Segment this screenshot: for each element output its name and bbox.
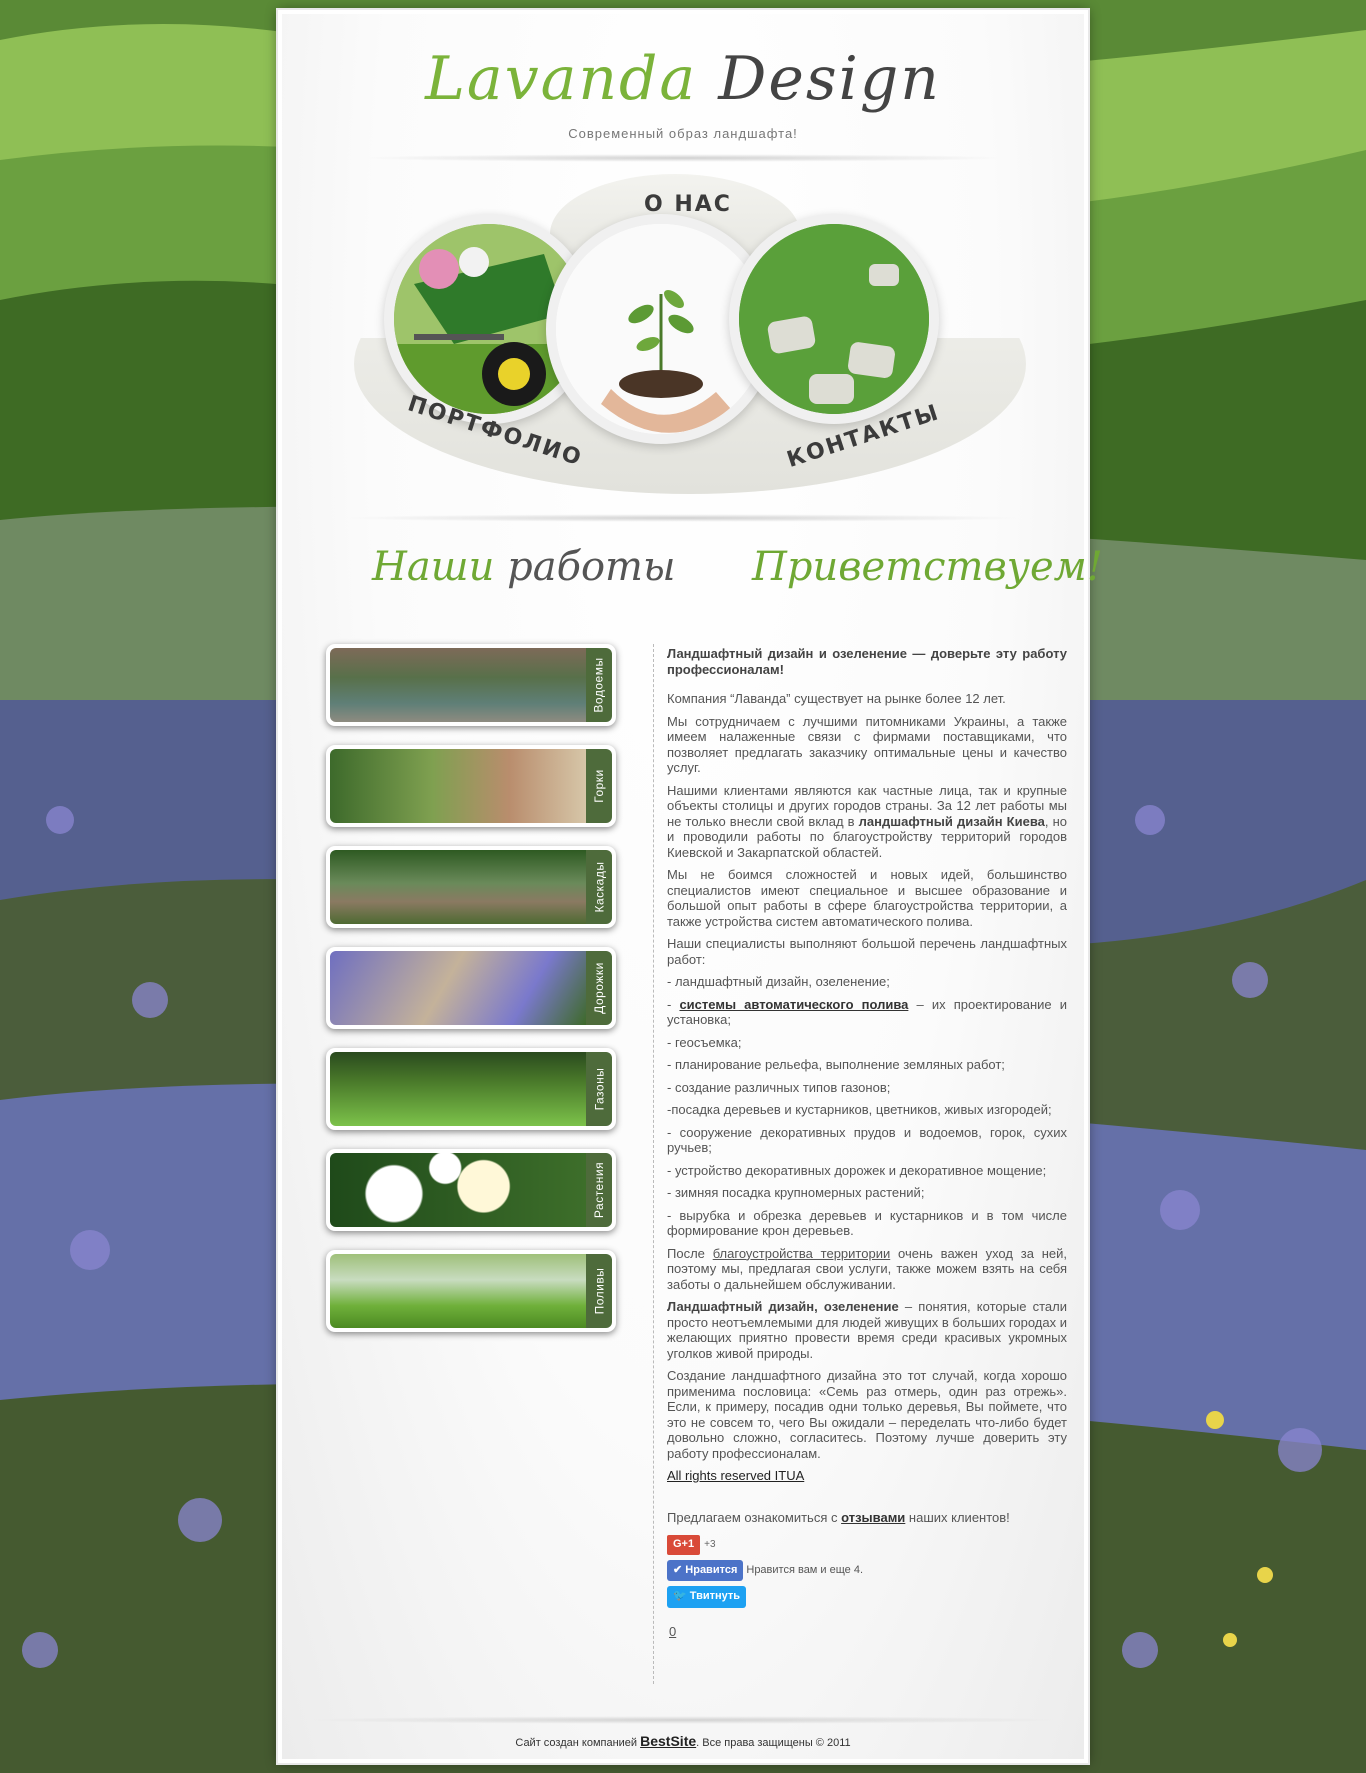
list-item: - планирование рельефа, выполнение земля… xyxy=(667,1057,1005,1072)
fb-like-label: Нравится xyxy=(685,1563,738,1576)
list-item: - создание различных типов газонов; xyxy=(667,1079,891,1095)
list-item: - ландшафтный дизайн, озеленение; xyxy=(667,974,890,989)
seedling-hands-illustration xyxy=(556,224,766,434)
ponds-image xyxy=(330,648,586,722)
site-logo[interactable]: Lavanda Design xyxy=(282,44,1084,114)
gallery-item-cascades[interactable]: Каскады xyxy=(326,846,616,928)
irrigation-image xyxy=(330,1254,586,1328)
gallery-item-rock-gardens[interactable]: Горки xyxy=(326,745,616,827)
content-paragraph: Компания “Лаванда” существует на рынке б… xyxy=(667,691,1006,706)
footer-text: . Все права защищены © 2011 xyxy=(696,1737,851,1749)
gallery-label: Растения xyxy=(592,1161,606,1219)
gallery-item-plants[interactable]: Растения xyxy=(326,1149,616,1231)
google-plus-button[interactable]: G+1 xyxy=(667,1535,701,1555)
bestsite-link[interactable]: BestSite xyxy=(640,1733,696,1749)
twitter-bird-icon: 🐦 xyxy=(673,1590,690,1602)
list-item: - системы автоматического полива – их пр… xyxy=(667,997,1067,1028)
welcome-content: Ландшафтный дизайн и озеленение — доверь… xyxy=(667,646,1067,1646)
content-paragraph: После благоустройства территории очень в… xyxy=(667,1246,1067,1293)
list-item: - зимняя посадка крупномерных растений; xyxy=(667,1185,925,1200)
list-item: - вырубка и обрезка деревьев и кустарник… xyxy=(667,1207,1067,1239)
cascades-image xyxy=(330,850,586,924)
counter-link[interactable]: 0 xyxy=(669,1624,676,1639)
content-paragraph: Наши специалисты выполняют большой переч… xyxy=(667,936,1067,967)
heading-our-works-2: работы xyxy=(507,544,676,590)
footer-text: Сайт создан компанией xyxy=(515,1737,641,1749)
content-title: Ландшафтный дизайн и озеленение — доверь… xyxy=(667,646,1067,677)
gallery-label: Горки xyxy=(592,769,606,803)
google-plus-count: +3 xyxy=(704,1539,716,1550)
nav-contacts-image[interactable] xyxy=(739,224,929,414)
header-divider xyxy=(357,154,1009,162)
reviews-paragraph: Предлагаем ознакомиться с отзывами наших… xyxy=(667,1510,1067,1526)
landscaping-link[interactable]: благоустройства территории xyxy=(713,1246,891,1261)
content-divider xyxy=(653,644,654,1684)
gallery-item-ponds[interactable]: Водоемы xyxy=(326,644,616,726)
content-paragraph: Ландшафтный дизайн, озеленение – понятия… xyxy=(667,1299,1067,1361)
list-item: - устройство декоративных дорожек и деко… xyxy=(667,1162,1047,1178)
logo-word-lavanda: Lavanda xyxy=(425,44,698,114)
plants-image xyxy=(330,1153,586,1227)
heading-our-works: Наши работы xyxy=(372,544,676,590)
nav-about-image[interactable] xyxy=(556,224,766,434)
twitter-tweet-button[interactable]: 🐦 Твитнуть xyxy=(667,1586,747,1608)
text-span: Предлагаем ознакомиться с xyxy=(667,1509,842,1525)
circle-navigation: О НАС ПОРТФОЛИО КОНТАКТЫ xyxy=(354,174,1026,514)
gallery-label: Поливы xyxy=(592,1267,606,1315)
facebook-like-text: Нравится вам и еще 4. xyxy=(746,1563,864,1576)
heading-our-works-1: Наши xyxy=(372,544,495,590)
gallery-item-paths[interactable]: Дорожки xyxy=(326,947,616,1029)
site-tagline: Современный образ ландшафта! xyxy=(568,126,798,141)
reviews-link[interactable]: отзывами xyxy=(841,1510,905,1525)
social-buttons: G+1 +3 ✔ Нравится Нравится вам и еще 4. 🐦 … xyxy=(667,1535,1067,1608)
content-paragraph: Мы не боимся сложностей и новых идей, бо… xyxy=(667,867,1067,929)
nav-divider xyxy=(342,514,1024,522)
page-footer: Сайт создан компанией BestSite. Все прав… xyxy=(282,1733,1084,1749)
content-paragraph: Мы сотрудничаем с лучшими питомниками Ук… xyxy=(667,713,1067,776)
text-span: наших клиентов! xyxy=(905,1509,1010,1525)
bold-text: Ландшафтный дизайн, озеленение xyxy=(667,1299,899,1314)
tweet-label: Твитнуть xyxy=(689,1590,741,1602)
footer-divider xyxy=(302,1716,1064,1724)
content-paragraph: Нашими клиентами являются как частные ли… xyxy=(667,783,1067,861)
category-gallery: Водоемы Горки Каскады Дорожки Газоны Рас… xyxy=(326,644,621,1351)
content-paragraph: Создание ландшафтного дизайна это тот сл… xyxy=(667,1368,1067,1461)
check-icon: ✔ xyxy=(673,1563,686,1576)
list-item: - сооружение декоративных прудов и водое… xyxy=(667,1124,1067,1156)
paths-image xyxy=(330,951,586,1025)
irrigation-systems-link[interactable]: системы автоматического полива xyxy=(679,997,908,1012)
list-item: - геосъемка; xyxy=(667,1034,742,1050)
main-page-container: Lavanda Design Современный образ ландшаф… xyxy=(278,10,1103,1763)
rights-link[interactable]: All rights reserved ITUA xyxy=(667,1468,804,1483)
facebook-like-button[interactable]: ✔ Нравится xyxy=(667,1559,744,1581)
page-inner: Lavanda Design Современный образ ландшаф… xyxy=(282,14,1103,1759)
gallery-label: Водоемы xyxy=(592,657,607,713)
heading-welcome: Приветствуем! xyxy=(752,544,1103,590)
gallery-item-irrigation[interactable]: Поливы xyxy=(326,1250,616,1332)
lawns-image xyxy=(330,1052,586,1126)
rock-gardens-image xyxy=(330,749,586,823)
grass-stepping-stones-illustration xyxy=(739,224,929,414)
text-span: - xyxy=(667,996,680,1012)
bold-text: ландшафтный дизайн Киева xyxy=(858,813,1045,829)
gallery-item-lawns[interactable]: Газоны xyxy=(326,1048,616,1130)
text-span: После xyxy=(667,1245,713,1261)
gallery-label: Дорожки xyxy=(592,962,607,1014)
gallery-label: Каскады xyxy=(592,861,607,913)
nav-about[interactable]: О НАС xyxy=(644,192,732,217)
gallery-label: Газоны xyxy=(592,1067,606,1111)
list-item: -посадка деревьев и кустарников, цветник… xyxy=(667,1102,1052,1117)
logo-word-design: Design xyxy=(718,44,941,114)
